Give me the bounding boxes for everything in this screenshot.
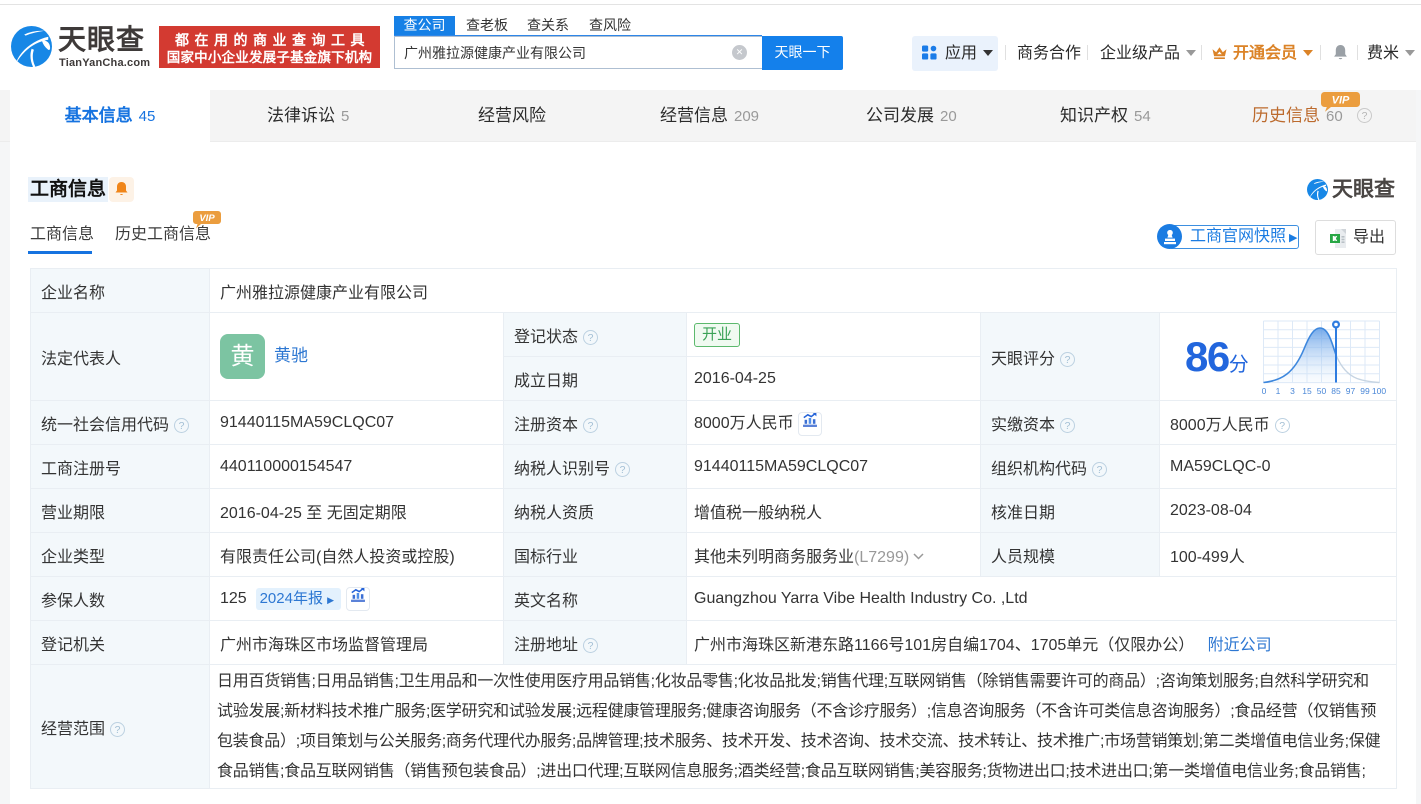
- svg-text:1: 1: [1275, 386, 1280, 396]
- svg-text:97: 97: [1345, 386, 1355, 396]
- svg-text:0: 0: [1262, 386, 1267, 396]
- svg-text:15: 15: [1302, 386, 1312, 396]
- svg-text:3: 3: [1290, 386, 1295, 396]
- svg-text:VIP: VIP: [199, 213, 215, 224]
- svg-text:85: 85: [1331, 386, 1341, 396]
- svg-text:100: 100: [1372, 386, 1386, 396]
- svg-text:50: 50: [1316, 386, 1326, 396]
- svg-text:99: 99: [1360, 386, 1370, 396]
- svg-text:VIP: VIP: [1332, 95, 1350, 107]
